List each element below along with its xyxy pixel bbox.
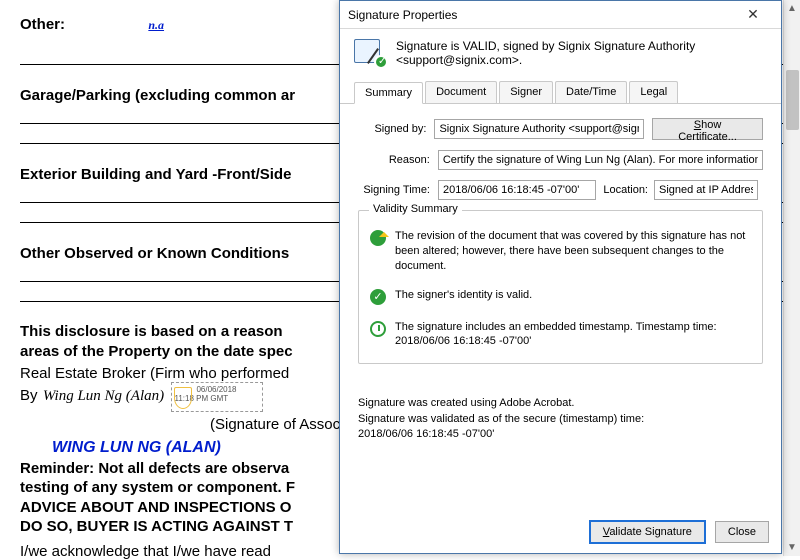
exterior-label: Exterior Building and Yard -Front/Side: [20, 166, 291, 183]
other-value: n.a: [148, 18, 164, 32]
tab-legal[interactable]: Legal: [629, 81, 678, 103]
tab-signer[interactable]: Signer: [499, 81, 553, 103]
validity-legend: Validity Summary: [369, 203, 462, 215]
tab-summary[interactable]: Summary: [354, 82, 423, 104]
validity-item-3: The signature includes an embedded times…: [395, 320, 717, 350]
tab-datetime[interactable]: Date/Time: [555, 81, 627, 103]
scroll-down-icon[interactable]: ▼: [784, 539, 800, 556]
timestamp-icon: [369, 320, 387, 338]
signature-properties-dialog: Signature Properties ✕ Signature is VALI…: [339, 0, 782, 554]
status-text: Signature is VALID, signed by Signix Sig…: [396, 39, 767, 67]
close-button[interactable]: Close: [715, 521, 769, 543]
by-label: By: [20, 387, 38, 404]
signing-time-field[interactable]: [438, 180, 596, 200]
tab-document[interactable]: Document: [425, 81, 497, 103]
garage-label: Garage/Parking (excluding common ar: [20, 87, 295, 104]
close-icon[interactable]: ✕: [733, 6, 773, 23]
signing-time-label: Signing Time:: [358, 184, 438, 196]
validity-item-1: The revision of the document that was co…: [395, 229, 752, 274]
tab-summary-body: Signed by: SShow Certificate...how Certi…: [340, 104, 781, 372]
validity-item-2: The signer's identity is valid.: [395, 288, 532, 306]
shield-icon: [174, 387, 192, 409]
identity-valid-icon: ✓: [369, 288, 387, 306]
show-certificate-button[interactable]: SShow Certificate...how Certificate...: [652, 118, 763, 140]
conditions-label: Other Observed or Known Conditions: [20, 245, 289, 262]
scroll-thumb[interactable]: [786, 70, 799, 130]
other-label: Other:: [20, 16, 65, 33]
reason-label: Reason:: [358, 154, 438, 166]
footer-note: Signature was created using Adobe Acroba…: [340, 372, 781, 442]
scroll-up-icon[interactable]: ▲: [784, 0, 800, 17]
signature-name: Wing Lun Ng (Alan): [43, 388, 164, 404]
validity-summary-group: Validity Summary The revision of the doc…: [358, 210, 763, 364]
doc-altered-icon: [369, 229, 387, 247]
signed-by-field[interactable]: [434, 119, 644, 139]
scrollbar[interactable]: ▲ ▼: [783, 0, 800, 556]
dialog-title: Signature Properties: [348, 8, 733, 22]
signed-by-label: Signed by:: [358, 123, 434, 135]
tabs: Summary Document Signer Date/Time Legal: [340, 81, 781, 104]
reason-field[interactable]: [438, 150, 763, 170]
titlebar[interactable]: Signature Properties ✕: [340, 1, 781, 29]
location-label: Location:: [596, 184, 654, 196]
validate-signature-button[interactable]: Validate Signature: [590, 521, 705, 543]
signature-stamp[interactable]: 06/06/2018 11:18 PM GMT: [171, 382, 263, 412]
location-field[interactable]: [654, 180, 758, 200]
signature-valid-icon: [354, 39, 386, 67]
